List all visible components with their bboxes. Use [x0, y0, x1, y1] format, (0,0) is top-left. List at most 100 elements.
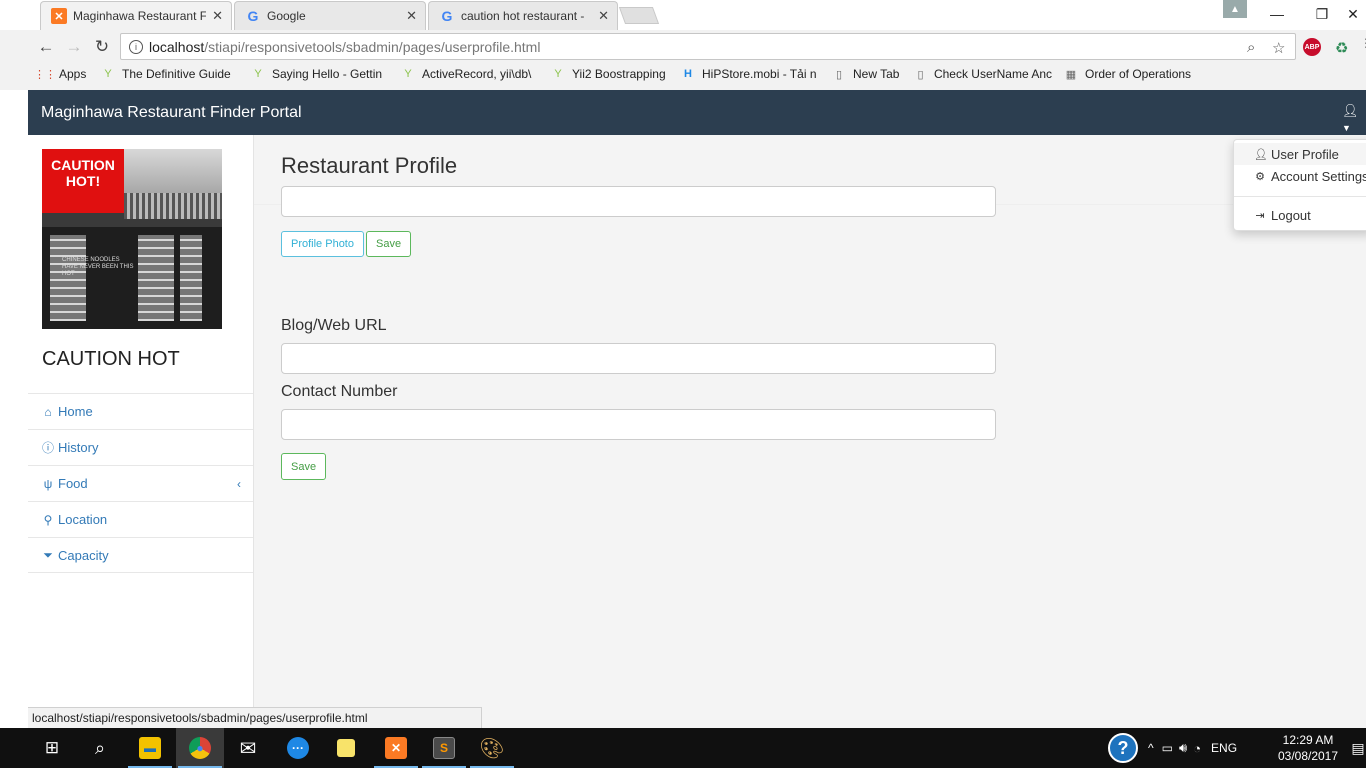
google-icon: G: [247, 8, 259, 24]
search-button[interactable]: ⌕: [76, 728, 124, 768]
adblock-plus-icon[interactable]: ABP: [1303, 38, 1321, 56]
bookmark-order-of-operations[interactable]: ▦ Order of Operations: [1064, 67, 1191, 81]
action-center-button[interactable]: ▤: [1350, 728, 1366, 768]
bookmark-hipstore[interactable]: H HiPStore.mobi - Tải n: [681, 67, 819, 81]
zoom-icon[interactable]: ⌕: [1247, 39, 1255, 56]
windows-logo-icon: ⊞: [44, 738, 60, 757]
tab-google[interactable]: G Google ✕: [234, 1, 426, 30]
app-body: CAUTION HOT! CHINESE NOODLES HAVE NEVER …: [28, 135, 1366, 728]
hipstore-icon: H: [684, 68, 692, 80]
user-icon: 👤︎: [1254, 148, 1268, 161]
cutlery-icon: ψ: [43, 476, 53, 491]
forward-icon[interactable]: →: [63, 36, 85, 58]
sidebar-item-history[interactable]: ⓘ History: [28, 429, 253, 465]
photo-fence: [124, 193, 222, 219]
save-contact-button[interactable]: Save: [281, 453, 327, 480]
bookmark-label: HiPStore.mobi - Tải n: [702, 67, 817, 81]
user-icon: 👤︎: [1342, 103, 1359, 118]
bookmark-new-tab[interactable]: ▯ New Tab: [832, 67, 900, 81]
bookmark-label: Apps: [59, 67, 87, 81]
bookmark-yii2-bootstrapping[interactable]: Y Yii2 Boostrapping: [551, 67, 666, 81]
restaurant-name-input[interactable]: [281, 186, 996, 217]
browser-toolbar: ← → ↻ i localhost/stiapi/responsivetools…: [0, 30, 1366, 64]
yii-icon: Y: [104, 68, 112, 80]
bookmark-activerecord[interactable]: Y ActiveRecord, yii\db\: [401, 67, 539, 81]
help-icon[interactable]: ?: [1108, 733, 1138, 763]
contact-number-label: Contact Number: [281, 383, 398, 400]
profile-photo-button[interactable]: Profile Photo: [281, 231, 364, 257]
bookmark-check-username[interactable]: ▯ Check UserName Anc: [914, 67, 1052, 81]
clock-time: 12:29 AM: [1282, 733, 1334, 747]
tab-caution-hot-search[interactable]: G caution hot restaurant - ✕: [428, 1, 618, 30]
chevron-left-icon[interactable]: ‹: [237, 477, 241, 491]
page-title: Restaurant Profile: [281, 153, 458, 178]
sidebar-item-label: History: [58, 440, 99, 455]
blog-url-input[interactable]: [281, 343, 996, 374]
main-content: Restaurant Profile Profile Photo Save Bl…: [254, 135, 1366, 728]
photo-window-right: [180, 235, 202, 321]
sidebar-item-capacity[interactable]: ⏷ Capacity: [28, 537, 253, 573]
bookmark-label: Order of Operations: [1085, 67, 1192, 81]
taskbar-paint[interactable]: 🎨︎: [468, 728, 516, 768]
extension-recycle-icon[interactable]: ♻: [1335, 39, 1348, 57]
restaurant-photo: CAUTION HOT! CHINESE NOODLES HAVE NEVER …: [42, 149, 222, 329]
taskbar-mail[interactable]: ✉: [224, 728, 272, 768]
tab-close-icon[interactable]: ✕: [598, 8, 609, 24]
restore-button[interactable]: ❐: [1300, 0, 1344, 28]
tab-close-icon[interactable]: ✕: [212, 8, 223, 24]
taskbar-chrome[interactable]: ●: [176, 728, 224, 768]
menu-item-label: Account Settings: [1271, 168, 1366, 184]
blog-url-label: Blog/Web URL: [281, 317, 387, 334]
sidebar-item-food[interactable]: ψ Food ‹: [28, 465, 253, 501]
volume-icon[interactable]: 🔊︎: [1179, 740, 1187, 756]
account-settings-menu-item[interactable]: ⚙ Account Settings: [1234, 165, 1366, 187]
bookmark-definitive-guide[interactable]: Y The Definitive Guide: [101, 67, 238, 81]
bookmark-saying-hello[interactable]: Y Saying Hello - Gettin: [251, 67, 389, 81]
start-button[interactable]: ⊞: [28, 728, 76, 768]
photo-window-text: CHINESE NOODLES HAVE NEVER BEEN THIS HOT: [62, 257, 134, 277]
logout-menu-item[interactable]: ⇥ Logout: [1234, 204, 1366, 226]
sidebar-item-location[interactable]: ⚲ Location: [28, 501, 253, 537]
reload-icon[interactable]: ↻: [91, 36, 113, 58]
bookmark-label: Yii2 Boostrapping: [572, 67, 666, 81]
battery-icon[interactable]: ▭: [1162, 741, 1173, 755]
tab-close-icon[interactable]: ✕: [406, 8, 417, 24]
back-icon[interactable]: ←: [35, 36, 57, 58]
language-indicator[interactable]: ENG: [1211, 741, 1237, 755]
sidebar: CAUTION HOT! CHINESE NOODLES HAVE NEVER …: [28, 135, 254, 728]
tab-maginhawa[interactable]: ✕ Maginhawa Restaurant F ✕: [40, 1, 232, 30]
taskbar-sublime[interactable]: S: [420, 728, 468, 768]
sidebar-item-home[interactable]: ⌂ Home: [28, 393, 253, 429]
taskbar-messaging[interactable]: ···: [274, 728, 322, 768]
new-tab-button[interactable]: [618, 7, 660, 24]
bookmark-apps[interactable]: ⋮⋮ Apps: [34, 67, 87, 81]
wifi-icon[interactable]: ◔: [1193, 741, 1201, 756]
minimize-button[interactable]: —: [1255, 0, 1299, 28]
save-button[interactable]: Save: [366, 231, 412, 257]
tab-title: Google: [267, 9, 306, 23]
chrome-menu-icon[interactable]: ⋮: [1360, 36, 1366, 50]
close-window-button[interactable]: ✕: [1340, 0, 1366, 28]
sign-out-icon: ⇥: [1255, 209, 1265, 222]
gear-icon: ⚙: [1255, 170, 1265, 183]
user-profile-menu-item[interactable]: 👤︎ User Profile: [1234, 143, 1366, 165]
chevron-up-icon[interactable]: ^: [1148, 741, 1154, 755]
page-icon: ▯: [917, 68, 924, 81]
taskbar-xampp[interactable]: ✕: [372, 728, 420, 768]
photo-sign: CAUTION HOT!: [42, 149, 124, 213]
taskbar-sticky-notes[interactable]: [322, 728, 370, 768]
brand-title[interactable]: Maginhawa Restaurant Finder Portal: [41, 104, 302, 122]
address-bar[interactable]: i localhost/stiapi/responsivetools/sbadm…: [120, 33, 1296, 60]
home-icon: ⌂: [44, 404, 52, 419]
taskbar-file-explorer[interactable]: ▬: [126, 728, 174, 768]
contact-number-input[interactable]: [281, 409, 996, 440]
site-info-icon[interactable]: i: [129, 39, 143, 54]
bookmark-label: Saying Hello - Gettin: [272, 67, 383, 81]
taskbar-clock[interactable]: 12:29 AM 03/08/2017: [1268, 732, 1348, 764]
browser-profile-icon[interactable]: ▲: [1223, 0, 1247, 18]
search-icon: ⌕: [94, 737, 106, 758]
user-dropdown-toggle[interactable]: 👤︎ ▼: [1342, 103, 1366, 134]
url-path: /stiapi/responsivetools/sbadmin/pages/us…: [204, 38, 541, 55]
calculator-icon: ▦: [1065, 68, 1077, 81]
bookmark-star-icon[interactable]: ☆: [1272, 39, 1285, 57]
